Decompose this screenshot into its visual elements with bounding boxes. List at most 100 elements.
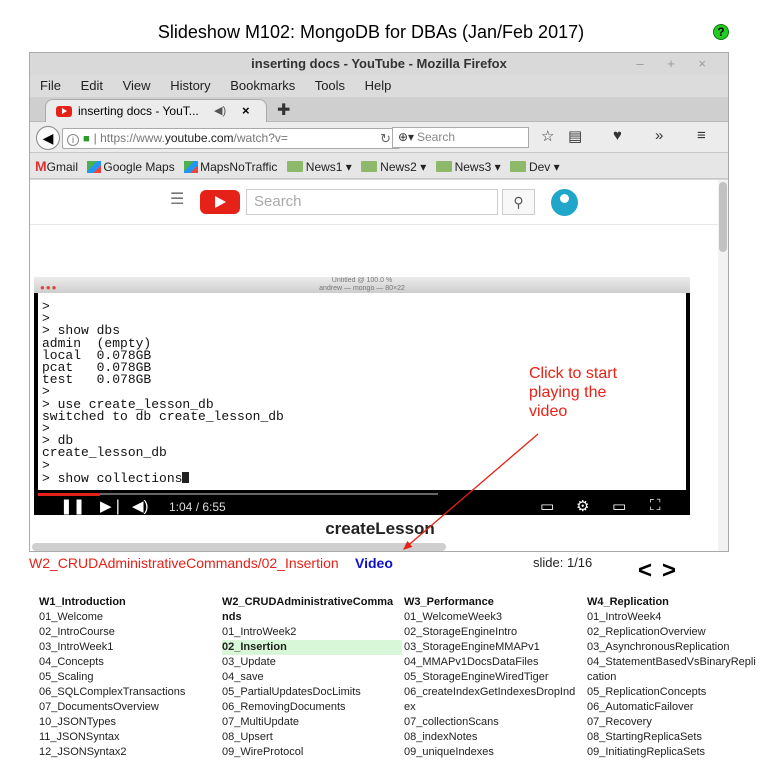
lesson-link[interactable]: 04_StatementBasedVsBinaryRepli cation	[587, 655, 762, 685]
lesson-link[interactable]: 06_SQLComplexTransactions	[39, 685, 219, 700]
next-slide-button[interactable]: >	[662, 557, 686, 584]
video-link[interactable]: Video	[355, 555, 393, 571]
lesson-link[interactable]: 11_JSONSyntax	[39, 730, 219, 745]
lesson-link[interactable]: 02_IntroCourse	[39, 625, 219, 640]
lesson-link[interactable]: 08_Upsert	[222, 730, 402, 745]
bookmark-folder-dev[interactable]: Dev ▾	[509, 160, 560, 174]
pocket-icon[interactable]: ♥	[613, 127, 622, 144]
help-icon[interactable]: ?	[713, 24, 729, 40]
captions-icon[interactable]: ▭	[540, 497, 554, 515]
video-controls: ❚❚ ▶❘ ◀) 1:04 / 6:55 ▭ ⚙ ▭ ⛶	[34, 497, 690, 515]
lesson-link[interactable]: 07_DocumentsOverview	[39, 700, 219, 715]
lesson-link[interactable]: 03_StorageEngineMMAPv1	[404, 640, 584, 655]
lesson-link[interactable]: 03_AsynchronousReplication	[587, 640, 762, 655]
youtube-logo-icon[interactable]	[200, 190, 240, 214]
menu-help[interactable]: Help	[365, 78, 392, 93]
lesson-link[interactable]: 03_IntroWeek1	[39, 640, 219, 655]
lesson-link[interactable]: 05_PartialUpdatesDocLimits	[222, 685, 402, 700]
next-icon[interactable]: ▶❘	[100, 497, 124, 515]
lesson-link[interactable]: 07_Recovery	[587, 715, 762, 730]
lesson-link[interactable]: 10_JSONTypes	[39, 715, 219, 730]
maps-icon	[87, 161, 102, 173]
lesson-link[interactable]: 01_WelcomeWeek3	[404, 610, 584, 625]
lesson-link[interactable]: 09_WireProtocol	[222, 745, 402, 760]
play-hint-text: Click to start playing the video	[529, 365, 618, 420]
lesson-link[interactable]: 07_MultiUpdate	[222, 715, 402, 730]
window-buttons[interactable]: – + ×	[636, 53, 716, 75]
lesson-link[interactable]: 04_MMAPv1DocsDataFiles	[404, 655, 584, 670]
menu-history[interactable]: History	[170, 78, 210, 93]
search-input[interactable]: ⊕▾ Search	[392, 127, 529, 148]
volume-icon[interactable]: ◀)	[132, 497, 149, 515]
menu-tools[interactable]: Tools	[315, 78, 345, 93]
youtube-search-input[interactable]: Search	[246, 189, 498, 215]
lesson-link[interactable]: 07_collectionScans	[404, 715, 584, 730]
lesson-link[interactable]: 05_Scaling	[39, 670, 219, 685]
lesson-link[interactable]: 06_RemovingDocuments	[222, 700, 402, 715]
lesson-link[interactable]: 06_AutomaticFailover	[587, 700, 762, 715]
hamburger-menu-icon[interactable]: ≡	[697, 127, 706, 144]
lesson-link[interactable]: 12_JSONSyntax2	[39, 745, 219, 760]
horizontal-scrollbar[interactable]	[32, 543, 446, 551]
lesson-link[interactable]: 05_ReplicationConcepts	[587, 685, 762, 700]
lesson-link[interactable]: 08_indexNotes	[404, 730, 584, 745]
menu-bookmarks[interactable]: Bookmarks	[230, 78, 295, 93]
scroll-thumb[interactable]	[719, 182, 727, 252]
menu-edit[interactable]: Edit	[81, 78, 103, 93]
lesson-link[interactable]: 09_uniqueIndexes	[404, 745, 584, 760]
fullscreen-icon[interactable]: ⛶	[650, 497, 661, 514]
bookmark-star-icon[interactable]: ☆	[541, 127, 554, 145]
slide-navigation: <>	[638, 557, 686, 585]
bookmark-folder-news2[interactable]: News2 ▾	[361, 160, 426, 174]
overflow-icon[interactable]: »	[655, 127, 663, 144]
week-heading: W3_Performance	[404, 596, 494, 608]
hamburger-menu-icon[interactable]: ☰	[170, 189, 184, 209]
bookmark-folder-news1[interactable]: News1 ▾	[286, 160, 352, 174]
prev-slide-button[interactable]: <	[638, 557, 662, 584]
terminal-line: >	[42, 421, 50, 437]
back-arrow-icon[interactable]: ◀	[36, 126, 60, 150]
reading-list-icon[interactable]: ▤	[568, 127, 582, 145]
video-progress-fill[interactable]	[38, 493, 100, 496]
bookmark-google-maps[interactable]: Google Maps	[87, 160, 175, 174]
lesson-link[interactable]: 02_StorageEngineIntro	[404, 625, 584, 640]
search-engine-icon[interactable]: ⊕▾	[398, 128, 414, 147]
gear-icon[interactable]: ⚙	[576, 497, 589, 515]
lesson-link[interactable]: 04_save	[222, 670, 402, 685]
lesson-link[interactable]: 05_StorageEngineWiredTiger	[404, 670, 584, 685]
lesson-link[interactable]: 06_createIndexGetIndexesDropInd ex	[404, 685, 584, 715]
url-bar[interactable]: i ■ | https://www.youtube.com/watch?v= ↻	[62, 128, 400, 149]
lesson-link[interactable]: 01_IntroWeek2	[222, 625, 402, 640]
vertical-scrollbar[interactable]	[718, 180, 728, 551]
pause-icon[interactable]: ❚❚	[60, 497, 85, 515]
lesson-path[interactable]: W2_CRUDAdministrativeCommands/02_Inserti…	[29, 555, 339, 571]
search-icon[interactable]: ⚲	[502, 189, 535, 215]
lesson-link[interactable]: 09_InitiatingReplicaSets	[587, 745, 762, 760]
close-icon[interactable]: ×	[242, 100, 250, 122]
bookmark-maps-no-traffic[interactable]: MapsNoTraffic	[184, 160, 277, 174]
theater-mode-icon[interactable]: ▭	[612, 497, 626, 515]
bookmark-folder-news3[interactable]: News3 ▾	[435, 160, 501, 174]
new-tab-icon[interactable]: ✚	[277, 100, 290, 120]
browser-tab[interactable]: inserting docs - YouT... ◀) ×	[45, 99, 267, 122]
bookmark-gmail[interactable]: MGmail	[35, 158, 78, 174]
lesson-link[interactable]: 02_ReplicationOverview	[587, 625, 762, 640]
menu-file[interactable]: File	[40, 78, 61, 93]
week-heading: W2_CRUDAdministrativeComma nds	[222, 596, 394, 623]
info-icon[interactable]: i	[67, 134, 79, 146]
folder-icon	[509, 161, 526, 172]
lesson-link[interactable]: 01_Welcome	[39, 610, 219, 625]
lesson-link[interactable]: 02_Insertion	[222, 640, 402, 655]
lesson-link[interactable]: 08_StartingReplicaSets	[587, 730, 762, 745]
terminal-cursor	[182, 471, 190, 483]
menu-view[interactable]: View	[123, 78, 151, 93]
lesson-link[interactable]: 04_Concepts	[39, 655, 219, 670]
week-column: W2_CRUDAdministrativeComma nds 01_IntroWe…	[222, 595, 402, 760]
avatar[interactable]	[551, 189, 578, 216]
terminal-line: >	[42, 457, 50, 473]
speaker-icon[interactable]: ◀)	[214, 100, 226, 122]
video-screenshot[interactable]: inserting docs - YouTube - Mozilla Firef…	[29, 52, 729, 552]
lesson-link[interactable]: 03_Update	[222, 655, 402, 670]
lesson-link[interactable]: 01_IntroWeek4	[587, 610, 762, 625]
reload-icon[interactable]: ↻	[380, 129, 391, 148]
